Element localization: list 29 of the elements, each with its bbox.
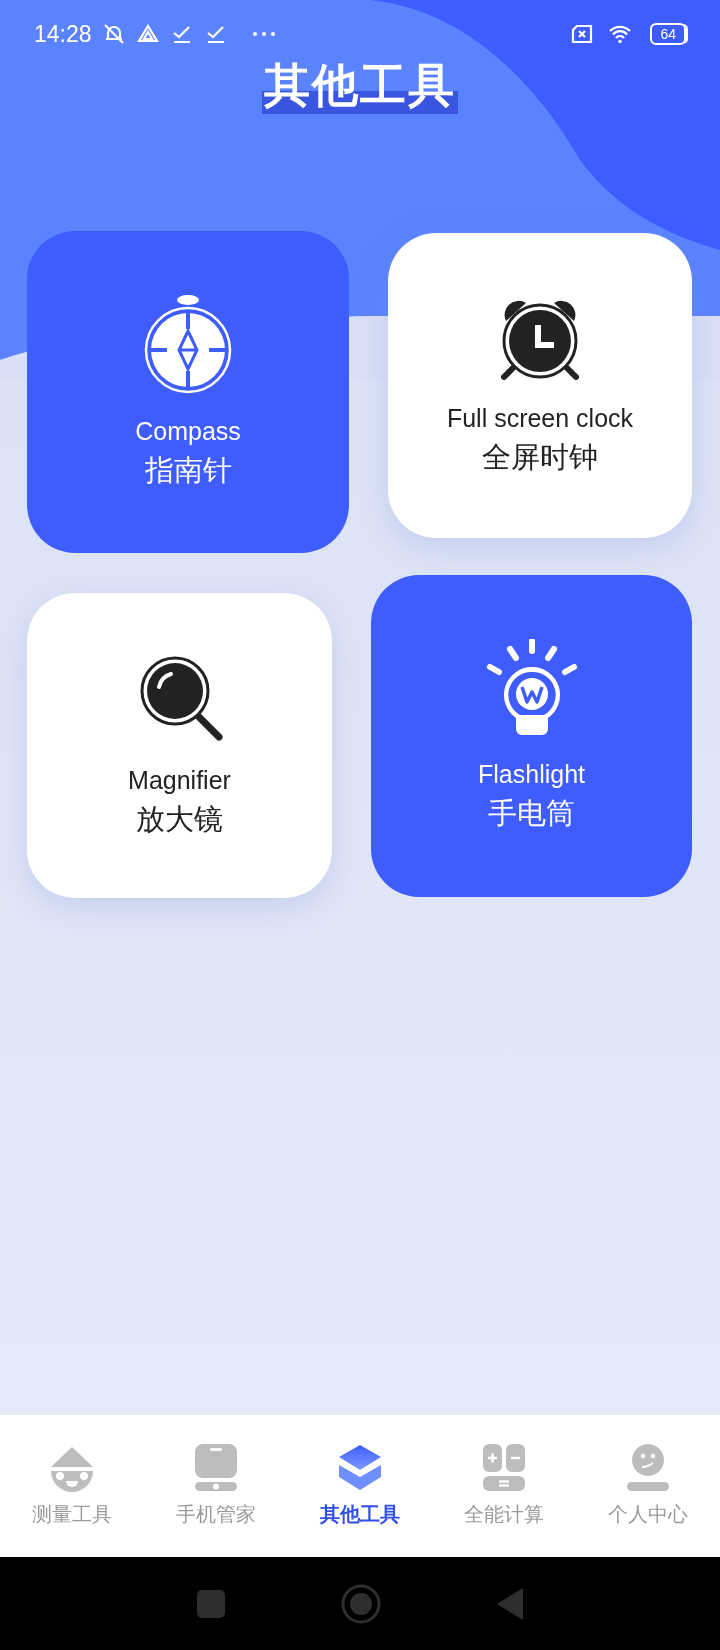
tool-card[interactable]: Magnifier 放大镜: [27, 593, 332, 898]
tool-name-chinese: 指南针: [144, 453, 232, 489]
tool-name: Compass: [135, 416, 241, 447]
person-icon: [624, 1443, 672, 1493]
nav-tab[interactable]: 手机管家: [151, 1443, 281, 1529]
phone-icon: [192, 1443, 240, 1493]
calculator-icon: [480, 1443, 528, 1493]
tool-name-chinese: 放大镜: [136, 801, 223, 837]
tool-card[interactable]: Flashlight 手电筒: [371, 575, 692, 897]
tool-name: Flashlight: [478, 759, 585, 790]
status-time: 14:28: [34, 19, 92, 49]
home-button[interactable]: [341, 1583, 381, 1624]
battery-indicator: 64: [650, 23, 686, 45]
nav-tab[interactable]: 测量工具: [7, 1443, 137, 1529]
recents-button[interactable]: [196, 1588, 226, 1619]
compass-icon: [142, 294, 234, 395]
mute-bell-icon: [101, 22, 126, 46]
tool-name: Full screen clock: [446, 402, 634, 433]
tool-name-chinese: 全屏时钟: [482, 439, 598, 475]
tool-card[interactable]: Full screen clock 全屏时钟: [388, 233, 692, 538]
nav-tab[interactable]: 个人中心: [583, 1443, 713, 1529]
tool-name-chinese: 手电筒: [488, 796, 575, 832]
tool-card[interactable]: Compass 指南针: [27, 231, 349, 553]
tool-name: Magnifier: [128, 764, 231, 795]
nav-tab[interactable]: 全能计算: [439, 1443, 569, 1529]
more-icon: [251, 31, 276, 37]
back-button[interactable]: [496, 1586, 524, 1621]
nav-tab[interactable]: 其他工具: [295, 1443, 425, 1529]
layers-icon: [336, 1443, 384, 1493]
